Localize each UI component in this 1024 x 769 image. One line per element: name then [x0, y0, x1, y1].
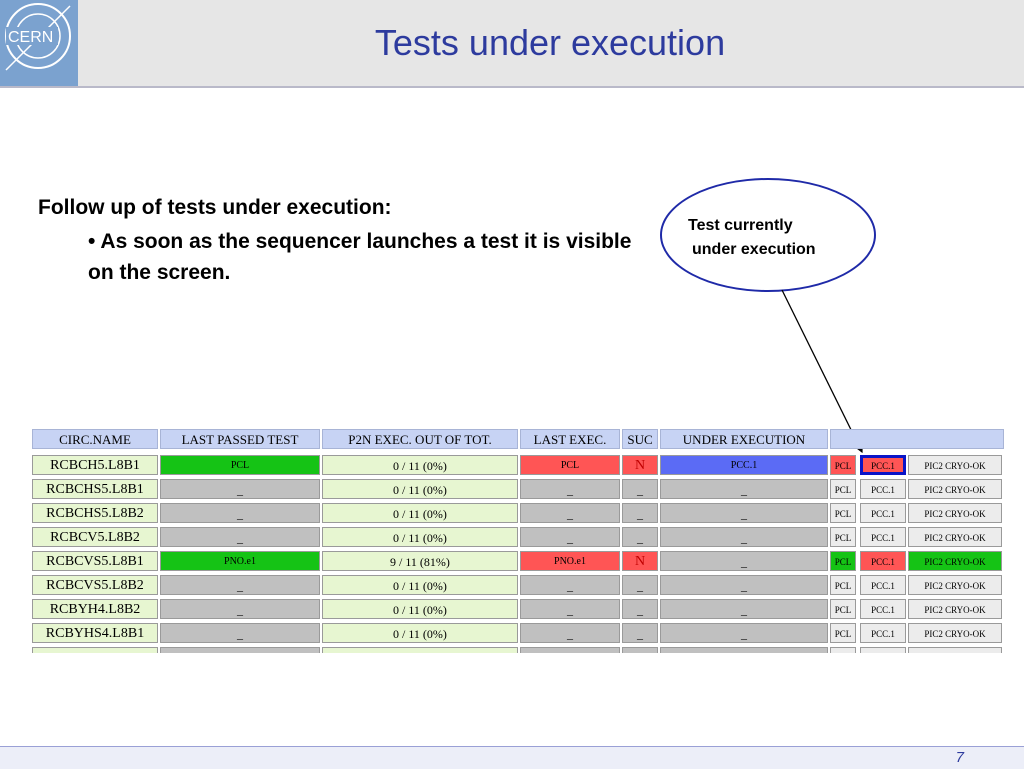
- cell-p2n: 0 / 11 (0%): [322, 575, 518, 595]
- cell-step-1[interactable]: PCL: [830, 455, 856, 475]
- cell-last-passed[interactable]: _: [160, 479, 320, 499]
- cell-suc: _: [622, 575, 658, 595]
- cell-suc: N: [622, 551, 658, 571]
- cell-step-3[interactable]: PIC2 CRYO-OK: [908, 623, 1002, 643]
- col-header-under-exec[interactable]: UNDER EXECUTION: [660, 429, 828, 449]
- cell-step-2[interactable]: PCC.1: [860, 623, 906, 643]
- cell-step-2[interactable]: PCC.1: [860, 527, 906, 547]
- cell-last-passed[interactable]: PNO.e1: [160, 551, 320, 571]
- cell-p2n: 0 / 11 (0%): [322, 479, 518, 499]
- cell-circ-name[interactable]: RCBCHS5.L8B1: [32, 479, 158, 499]
- cell-p2n: 9 / 11 (81%): [322, 551, 518, 571]
- test-status-table: CIRC.NAME LAST PASSED TEST P2N EXEC. OUT…: [32, 429, 1004, 653]
- cell-step-1[interactable]: PCL: [830, 599, 856, 619]
- cell-step-2: [860, 647, 906, 653]
- cell-last-passed[interactable]: _: [160, 527, 320, 547]
- cell-step-1[interactable]: PCL: [830, 527, 856, 547]
- cell-step-3[interactable]: PIC2 CRYO-OK: [908, 551, 1002, 571]
- col-header-suc[interactable]: SUC: [622, 429, 658, 449]
- cell-step-2[interactable]: PCC.1: [860, 551, 906, 571]
- cell-suc: N: [622, 455, 658, 475]
- cell-step-3[interactable]: PIC2 CRYO-OK: [908, 527, 1002, 547]
- col-header-p2n[interactable]: P2N EXEC. OUT OF TOT.: [322, 429, 518, 449]
- cell-suc: _: [622, 479, 658, 499]
- slide-footer: 7: [0, 746, 1024, 769]
- cell-step-1[interactable]: PCL: [830, 551, 856, 571]
- cell-step-3: [908, 647, 1002, 653]
- cell-circ-name[interactable]: RCBYH4.L8B2: [32, 599, 158, 619]
- cell-step-2[interactable]: PCC.1: [860, 575, 906, 595]
- cell-under-exec[interactable]: _: [660, 527, 828, 547]
- cell-p2n: 0 / 11 (0%): [322, 503, 518, 523]
- cell-suc: _: [622, 623, 658, 643]
- cell-circ-name[interactable]: RCBCVS5.L8B1: [32, 551, 158, 571]
- cell-last-exec[interactable]: PCL: [520, 455, 620, 475]
- cell-suc: [622, 647, 658, 653]
- cell-last-exec[interactable]: _: [520, 503, 620, 523]
- cell-last-exec: [520, 647, 620, 653]
- cell-circ-name[interactable]: RCBCHS5.L8B2: [32, 503, 158, 523]
- cell-under-exec[interactable]: _: [660, 503, 828, 523]
- cell-suc: _: [622, 503, 658, 523]
- cell-last-exec[interactable]: _: [520, 623, 620, 643]
- cell-last-passed[interactable]: _: [160, 623, 320, 643]
- cell-last-passed[interactable]: _: [160, 575, 320, 595]
- cell-last-exec[interactable]: _: [520, 575, 620, 595]
- cell-suc: _: [622, 599, 658, 619]
- cell-step-3[interactable]: PIC2 CRYO-OK: [908, 503, 1002, 523]
- cell-p2n: 0 / 11 (0%): [322, 527, 518, 547]
- cell-p2n: 0 / 11 (0%): [322, 455, 518, 475]
- cell-last-exec[interactable]: PNO.e1: [520, 551, 620, 571]
- cell-circ-name[interactable]: RCBCH5.L8B1: [32, 455, 158, 475]
- cell-step-1: [830, 647, 856, 653]
- cell-last-passed[interactable]: _: [160, 503, 320, 523]
- page-number: 7: [955, 749, 964, 766]
- cell-last-passed[interactable]: _: [160, 599, 320, 619]
- cell-step-1[interactable]: PCL: [830, 623, 856, 643]
- cell-under-exec[interactable]: _: [660, 623, 828, 643]
- cell-p2n: 0 / 11 (0%): [322, 623, 518, 643]
- cell-last-passed[interactable]: PCL: [160, 455, 320, 475]
- cell-step-1[interactable]: PCL: [830, 575, 856, 595]
- cell-circ-name[interactable]: RCBCVS5.L8B2: [32, 575, 158, 595]
- cell-under-exec[interactable]: _: [660, 551, 828, 571]
- cell-step-1[interactable]: PCL: [830, 479, 856, 499]
- cell-p2n: [322, 647, 518, 653]
- col-header-last-passed[interactable]: LAST PASSED TEST: [160, 429, 320, 449]
- cell-step-3[interactable]: PIC2 CRYO-OK: [908, 599, 1002, 619]
- cell-step-2-current[interactable]: PCC.1: [860, 455, 906, 475]
- cell-under-exec[interactable]: _: [660, 479, 828, 499]
- cell-under-exec[interactable]: _: [660, 575, 828, 595]
- cell-under-exec[interactable]: _: [660, 599, 828, 619]
- cell-under-exec: [660, 647, 828, 653]
- cell-last-passed: [160, 647, 320, 653]
- cell-circ-name: [32, 647, 158, 653]
- col-header-circ-name[interactable]: CIRC.NAME: [32, 429, 158, 449]
- cell-under-exec[interactable]: PCC.1: [660, 455, 828, 475]
- col-header-last-exec[interactable]: LAST EXEC.: [520, 429, 620, 449]
- cell-step-2[interactable]: PCC.1: [860, 599, 906, 619]
- cell-circ-name[interactable]: RCBYHS4.L8B1: [32, 623, 158, 643]
- cell-circ-name[interactable]: RCBCV5.L8B2: [32, 527, 158, 547]
- cell-step-3[interactable]: PIC2 CRYO-OK: [908, 479, 1002, 499]
- cell-step-1[interactable]: PCL: [830, 503, 856, 523]
- cell-suc: _: [622, 527, 658, 547]
- cell-step-3[interactable]: PIC2 CRYO-OK: [908, 455, 1002, 475]
- cell-step-2[interactable]: PCC.1: [860, 479, 906, 499]
- cell-last-exec[interactable]: _: [520, 479, 620, 499]
- cell-last-exec[interactable]: _: [520, 527, 620, 547]
- cell-p2n: 0 / 11 (0%): [322, 599, 518, 619]
- col-header-steps: [830, 429, 1004, 449]
- cell-last-exec[interactable]: _: [520, 599, 620, 619]
- cell-step-3[interactable]: PIC2 CRYO-OK: [908, 575, 1002, 595]
- cell-step-2[interactable]: PCC.1: [860, 503, 906, 523]
